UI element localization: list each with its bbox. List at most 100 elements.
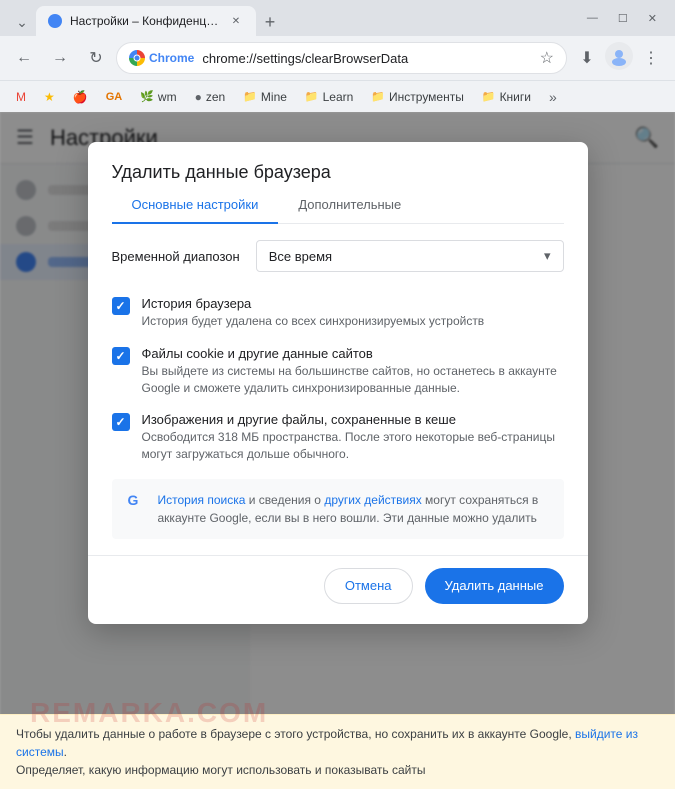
checkbox-item-cache: ✓ Изображения и другие файлы, сохраненны… xyxy=(112,404,564,471)
new-tab-button[interactable]: + xyxy=(256,8,284,36)
bookmark-ga[interactable]: GA xyxy=(98,88,131,106)
tab-area: ⌄ Настройки – Конфиденциаль... ✕ + xyxy=(8,0,577,36)
bottom-bar-text: Чтобы удалить данные о работе в браузере… xyxy=(16,727,575,741)
dialog-body: Временной диапозон Все время ▾ ✓ xyxy=(88,224,588,555)
folder-books-icon: 📁 xyxy=(482,90,496,103)
select-arrow-icon: ▾ xyxy=(544,248,551,264)
bottom-bar-text2: . xyxy=(64,745,67,759)
checkbox-cookies-title: Файлы cookie и другие данные сайтов xyxy=(142,346,564,361)
folder-mine-icon: 📁 xyxy=(243,90,257,103)
checkbox-cache-title: Изображения и другие файлы, сохраненные … xyxy=(142,412,564,427)
checkbox-item-history: ✓ История браузера История будет удалена… xyxy=(112,288,564,338)
zen-icon: ● xyxy=(195,90,202,104)
chrome-brand-label: Chrome xyxy=(149,51,194,65)
google-g-icon: G xyxy=(128,492,146,510)
clear-browser-data-dialog: Удалить данные браузера Основные настрой… xyxy=(88,142,588,624)
bookmark-apple[interactable]: 🍎 xyxy=(65,87,96,107)
delete-data-button[interactable]: Удалить данные xyxy=(425,568,564,604)
tab-favicon xyxy=(48,14,62,28)
checkbox-cache-content: Изображения и другие файлы, сохраненные … xyxy=(142,412,564,463)
bookmark-books[interactable]: 📁 Книги xyxy=(474,87,539,107)
checkbox-check-icon: ✓ xyxy=(115,299,125,313)
star-icon[interactable]: ☆ xyxy=(540,48,554,68)
apple-icon: 🍎 xyxy=(73,90,88,104)
time-range-row: Временной диапозон Все время ▾ xyxy=(112,240,564,272)
title-bar: ⌄ Настройки – Конфиденциаль... ✕ + — ☐ ✕ xyxy=(0,0,675,36)
tab-title: Настройки – Конфиденциаль... xyxy=(70,14,220,28)
bookmarks-bar: M ★ 🍎 GA 🌿 wm ● zen 📁 Mine 📁 Learn 📁 xyxy=(0,80,675,112)
bookmark-zen[interactable]: ● zen xyxy=(187,87,234,107)
checkbox-history-content: История браузера История будет удалена с… xyxy=(142,296,485,330)
search-history-link[interactable]: История поиска xyxy=(158,493,246,507)
nav-bar: ← → ↻ Chrome chrome://settings/clearBrow… xyxy=(0,36,675,80)
bookmark-tools-label: Инструменты xyxy=(389,90,464,104)
chrome-logo-icon xyxy=(129,50,145,66)
close-button[interactable]: ✕ xyxy=(642,8,663,29)
bookmark-learn[interactable]: 📁 Learn xyxy=(297,87,361,107)
minimize-button[interactable]: — xyxy=(581,8,604,28)
checkbox-cookies-content: Файлы cookie и другие данные сайтов Вы в… xyxy=(142,346,564,397)
checkbox-history-desc: История будет удалена со всех синхронизи… xyxy=(142,313,485,330)
bookmark-mine-label: Mine xyxy=(261,90,287,104)
modal-overlay: Удалить данные браузера Основные настрой… xyxy=(0,112,675,789)
info-box: G История поиска и сведения о других дей… xyxy=(112,479,564,539)
bookmark-gmail[interactable]: M xyxy=(8,87,34,107)
tab-advanced[interactable]: Дополнительные xyxy=(278,187,421,224)
checkbox-cookies[interactable]: ✓ xyxy=(112,347,130,365)
profile-avatar[interactable] xyxy=(605,42,633,70)
checkbox-cache-desc: Освободится 318 МБ пространства. После э… xyxy=(142,429,564,463)
gmail-icon: M xyxy=(16,90,26,104)
time-range-value: Все время xyxy=(269,249,332,264)
bookmark-mine[interactable]: 📁 Mine xyxy=(235,87,295,107)
time-range-select[interactable]: Все время ▾ xyxy=(256,240,564,272)
page-content: ☰ Настройки 🔍 xyxy=(0,112,675,789)
url-text: chrome://settings/clearBrowserData xyxy=(202,51,531,66)
checkbox-item-cookies: ✓ Файлы cookie и другие данные сайтов Вы… xyxy=(112,338,564,405)
cancel-button[interactable]: Отмена xyxy=(324,568,413,604)
dialog-scroll-area[interactable]: Временной диапозон Все время ▾ ✓ xyxy=(88,224,588,555)
time-range-label: Временной диапозон xyxy=(112,249,240,264)
refresh-button[interactable]: ↻ xyxy=(80,42,112,74)
bookmark-zen-label: zen xyxy=(206,90,225,104)
ga-icon: GA xyxy=(106,91,123,103)
bookmark-more[interactable]: » xyxy=(541,86,565,108)
tab-list-btn[interactable]: ⌄ xyxy=(8,8,36,36)
bookmark-books-label: Книги xyxy=(500,90,531,104)
bottom-notification-bar: Чтобы удалить данные о работе в браузере… xyxy=(0,714,675,789)
folder-tools-icon: 📁 xyxy=(371,90,385,103)
bookmark-wm[interactable]: 🌿 wm xyxy=(132,87,184,107)
folder-learn-icon: 📁 xyxy=(305,90,319,103)
checkbox-cache[interactable]: ✓ xyxy=(112,413,130,431)
back-button[interactable]: ← xyxy=(8,42,40,74)
info-text-2: и сведения о xyxy=(245,493,324,507)
dialog-tabs: Основные настройки Дополнительные xyxy=(112,187,564,224)
address-bar[interactable]: Chrome chrome://settings/clearBrowserDat… xyxy=(116,42,567,74)
checkbox-cookies-check-icon: ✓ xyxy=(115,349,125,363)
dialog-footer: Отмена Удалить данные xyxy=(88,555,588,624)
nav-right-buttons: ⬇ ⋮ xyxy=(571,42,667,74)
download-button[interactable]: ⬇ xyxy=(571,42,603,74)
bookmark-wm-label: wm xyxy=(158,90,177,104)
wm-icon: 🌿 xyxy=(140,90,154,103)
active-tab[interactable]: Настройки – Конфиденциаль... ✕ xyxy=(36,6,256,36)
checkbox-history[interactable]: ✓ xyxy=(112,297,130,315)
bookmark-tools[interactable]: 📁 Инструменты xyxy=(363,87,472,107)
maximize-button[interactable]: ☐ xyxy=(612,8,634,29)
other-actions-link[interactable]: других действиях xyxy=(324,493,421,507)
info-text-content: История поиска и сведения о других дейст… xyxy=(158,491,548,527)
window-controls: — ☐ ✕ xyxy=(581,8,667,29)
forward-button[interactable]: → xyxy=(44,42,76,74)
more-bookmarks-icon: » xyxy=(549,89,557,105)
star-bookmark-icon: ★ xyxy=(44,90,55,104)
tab-close-btn[interactable]: ✕ xyxy=(228,13,244,29)
tab-basic[interactable]: Основные настройки xyxy=(112,187,279,224)
dialog-title: Удалить данные браузера xyxy=(112,162,564,183)
menu-button[interactable]: ⋮ xyxy=(635,42,667,74)
bottom-bar-text3: Определяет, какую информацию могут испол… xyxy=(16,763,425,777)
checkbox-cookies-desc: Вы выйдете из системы на большинстве сай… xyxy=(142,363,564,397)
checkbox-history-title: История браузера xyxy=(142,296,485,311)
dialog-header: Удалить данные браузера Основные настрой… xyxy=(88,142,588,224)
bookmark-star[interactable]: ★ xyxy=(36,87,63,107)
checkbox-cache-check-icon: ✓ xyxy=(115,415,125,429)
browser-frame: ⌄ Настройки – Конфиденциаль... ✕ + — ☐ ✕… xyxy=(0,0,675,789)
